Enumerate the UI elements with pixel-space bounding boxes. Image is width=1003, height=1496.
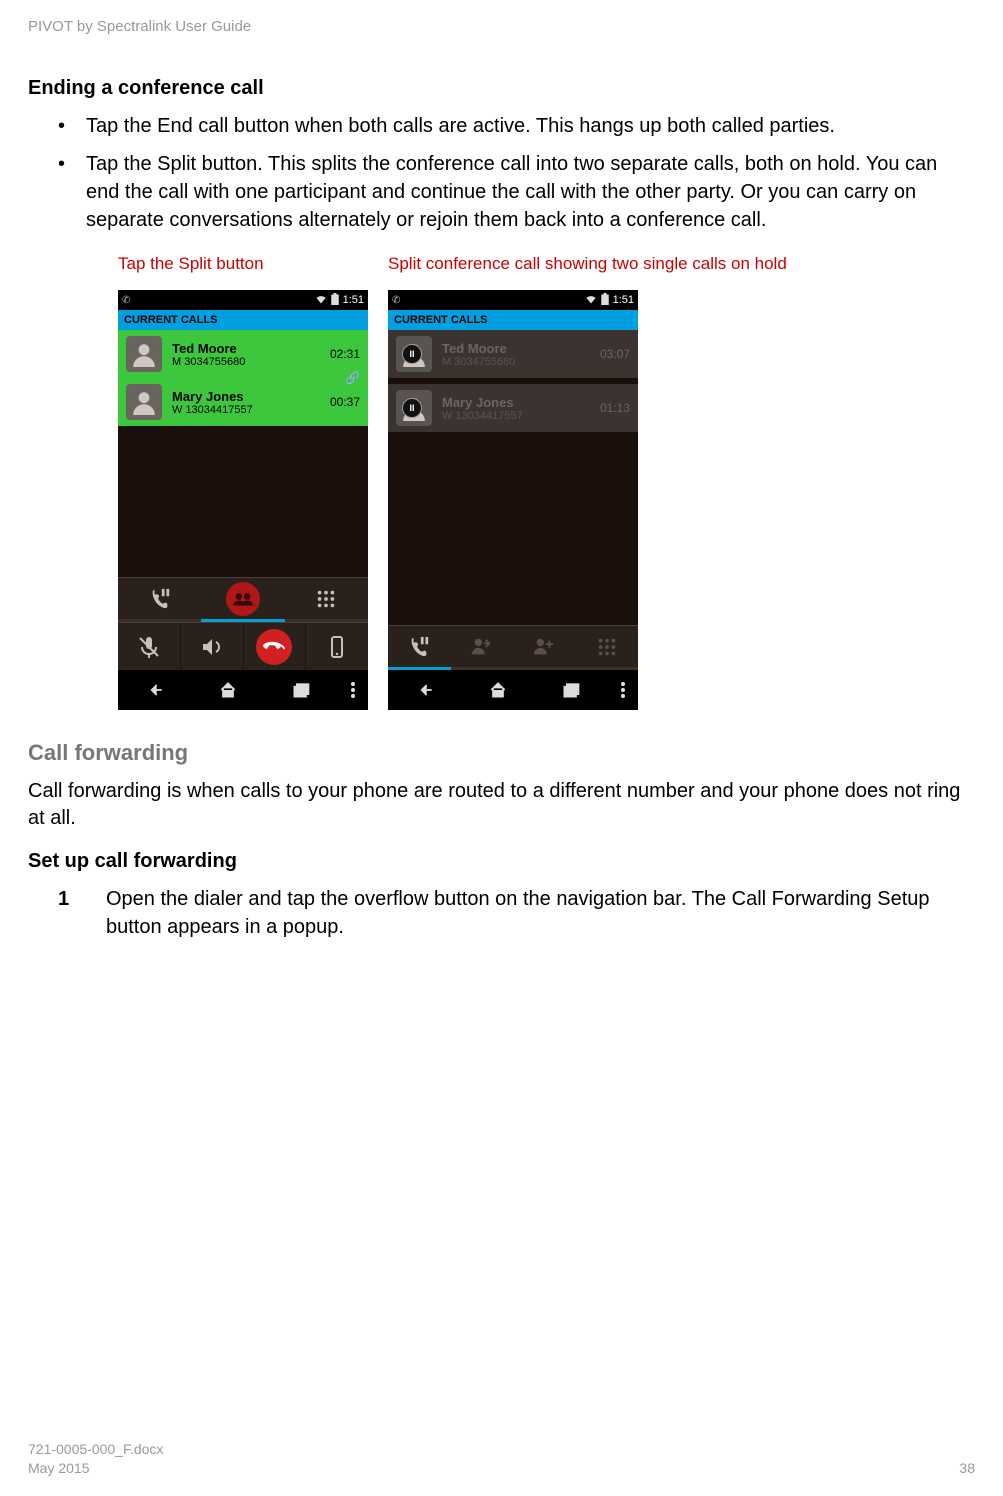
current-calls-header: CURRENT CALLS xyxy=(118,310,368,330)
call-name: Ted Moore xyxy=(442,341,594,356)
caption-left: Tap the Split button xyxy=(118,254,388,274)
battery-icon xyxy=(331,293,339,308)
footer: 721-0005-000_F.docx May 2015 38 xyxy=(28,1440,975,1478)
call-name: Ted Moore xyxy=(172,341,324,356)
bullet-item: Tap the Split button. This splits the co… xyxy=(58,150,975,234)
phone-status-icon: ✆ xyxy=(122,295,130,306)
back-button[interactable] xyxy=(388,680,461,700)
mute-button[interactable] xyxy=(118,623,181,670)
status-bar: ✆ 1:51 xyxy=(118,290,368,310)
device-button[interactable] xyxy=(306,623,368,670)
status-time: 1:51 xyxy=(343,294,364,306)
call-item-hold[interactable]: II Mary Jones W 13034417557 01:13 xyxy=(388,384,638,432)
transfer-button[interactable] xyxy=(451,626,514,667)
call-timer: 00:37 xyxy=(330,395,360,409)
overflow-button[interactable] xyxy=(608,682,638,698)
wifi-icon xyxy=(585,293,597,308)
call-timer: 02:31 xyxy=(330,347,360,361)
dialpad-button[interactable] xyxy=(576,626,639,667)
hold-button[interactable] xyxy=(388,626,451,667)
footer-filename: 721-0005-000_F.docx xyxy=(28,1440,163,1459)
nav-bar xyxy=(118,670,368,710)
pause-icon: II xyxy=(402,344,422,364)
overflow-button[interactable] xyxy=(338,682,368,698)
action-row xyxy=(118,577,368,619)
phone-right: ✆ 1:51 CURRENT CALLS II Ted Moore M 3034… xyxy=(388,290,638,710)
screenshots-row: ✆ 1:51 CURRENT CALLS Ted Moore M 3034755… xyxy=(28,290,975,710)
battery-icon xyxy=(601,293,609,308)
call-number: M 3034755680 xyxy=(172,356,324,368)
forwarding-body: Call forwarding is when calls to your ph… xyxy=(28,778,975,832)
speaker-button[interactable] xyxy=(181,623,244,670)
split-button[interactable] xyxy=(201,578,284,619)
current-calls-header: CURRENT CALLS xyxy=(388,310,638,330)
control-row xyxy=(118,622,368,670)
caption-right: Split conference call showing two single… xyxy=(388,254,787,274)
call-number: M 3034755680 xyxy=(442,356,594,368)
action-row xyxy=(388,625,638,667)
call-number: W 13034417557 xyxy=(442,410,594,422)
footer-page-number: 38 xyxy=(959,1459,975,1478)
heading-setup-forwarding: Set up call forwarding xyxy=(28,850,975,873)
step-number: 1 xyxy=(58,885,106,941)
home-button[interactable] xyxy=(191,680,264,700)
recent-button[interactable] xyxy=(535,680,608,700)
link-icon: 🔗 xyxy=(345,371,360,385)
nav-bar xyxy=(388,670,638,710)
recent-button[interactable] xyxy=(265,680,338,700)
home-button[interactable] xyxy=(461,680,534,700)
end-call-button[interactable] xyxy=(244,623,307,670)
add-call-button[interactable] xyxy=(513,626,576,667)
back-button[interactable] xyxy=(118,680,191,700)
list-item: 1 Open the dialer and tap the overflow b… xyxy=(58,885,975,941)
numbered-list: 1 Open the dialer and tap the overflow b… xyxy=(28,885,975,941)
call-name: Mary Jones xyxy=(442,395,594,410)
heading-ending-conference: Ending a conference call xyxy=(28,77,975,100)
avatar-icon xyxy=(126,336,162,372)
bullet-item: Tap the End call button when both calls … xyxy=(58,112,975,140)
footer-date: May 2015 xyxy=(28,1459,163,1478)
status-time: 1:51 xyxy=(613,294,634,306)
wifi-icon xyxy=(315,293,327,308)
call-number: W 13034417557 xyxy=(172,404,324,416)
call-name: Mary Jones xyxy=(172,389,324,404)
phone-status-icon: ✆ xyxy=(392,295,400,306)
status-bar: ✆ 1:51 xyxy=(388,290,638,310)
step-text: Open the dialer and tap the overflow but… xyxy=(106,885,975,941)
pause-icon: II xyxy=(402,398,422,418)
phone-left: ✆ 1:51 CURRENT CALLS Ted Moore M 3034755… xyxy=(118,290,368,710)
doc-header: PIVOT by Spectralink User Guide xyxy=(28,18,975,35)
heading-call-forwarding: Call forwarding xyxy=(28,740,975,766)
bullet-list: Tap the End call button when both calls … xyxy=(28,112,975,234)
hold-button[interactable] xyxy=(118,578,201,619)
call-item-hold[interactable]: II Ted Moore M 3034755680 03:07 xyxy=(388,330,638,378)
avatar-icon xyxy=(126,384,162,420)
call-item-active[interactable]: Ted Moore M 3034755680 02:31 🔗 xyxy=(118,330,368,378)
call-item-active[interactable]: Mary Jones W 13034417557 00:37 xyxy=(118,378,368,426)
call-timer: 03:07 xyxy=(600,347,630,361)
call-timer: 01:13 xyxy=(600,401,630,415)
dialpad-button[interactable] xyxy=(285,578,368,619)
